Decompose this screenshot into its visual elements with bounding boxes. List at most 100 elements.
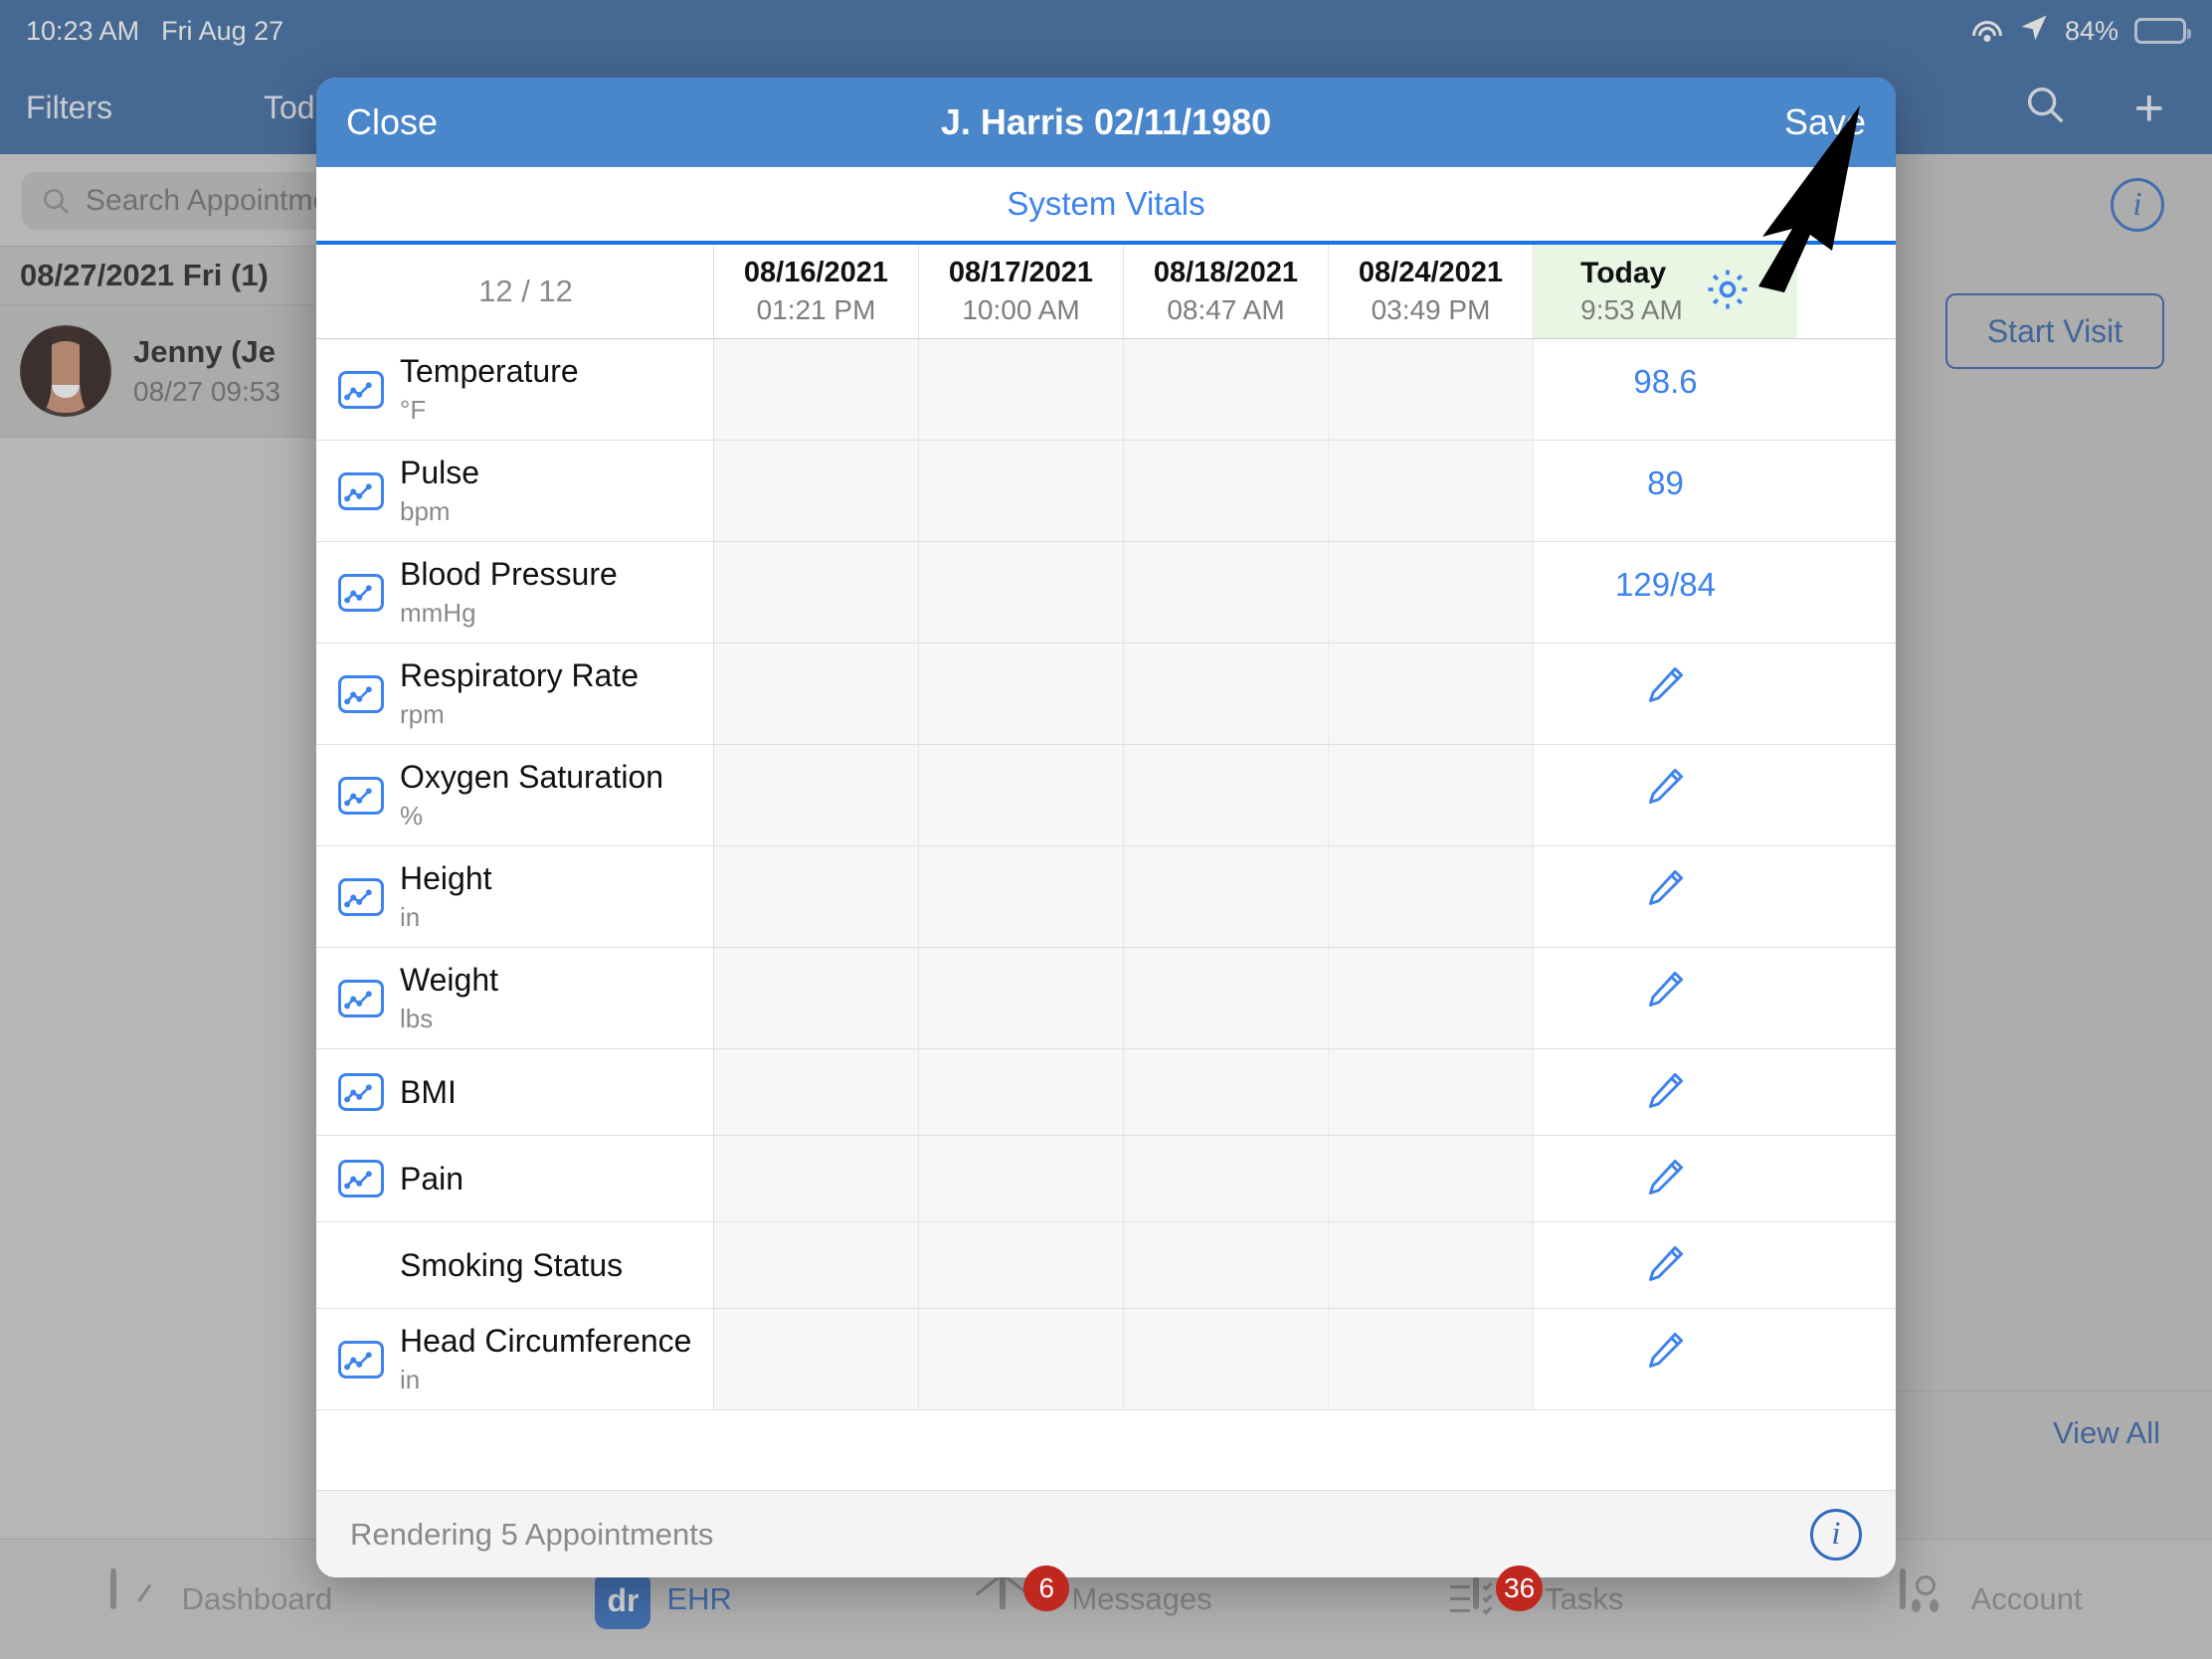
vital-cell-0-0[interactable] — [714, 339, 919, 440]
chart-icon[interactable] — [338, 1340, 384, 1379]
vital-cell-3-0[interactable] — [714, 644, 919, 744]
vital-cell-today-6[interactable] — [1534, 948, 1797, 1048]
vital-cell-2-0[interactable] — [714, 542, 919, 643]
vital-name: Temperature — [400, 353, 579, 389]
save-button[interactable]: Save — [1784, 101, 1866, 143]
vital-name-cell[interactable]: Height in — [316, 846, 714, 947]
edit-pencil-icon[interactable] — [1644, 1155, 1688, 1203]
vital-cell-today-4[interactable] — [1534, 745, 1797, 845]
vital-name-cell[interactable]: Blood Pressure mmHg — [316, 542, 714, 643]
vital-cell-8-3[interactable] — [1329, 1136, 1534, 1221]
vital-cell-today-0[interactable]: 98.6 — [1534, 339, 1797, 440]
vital-cell-9-3[interactable] — [1329, 1222, 1534, 1308]
vital-cell-today-7[interactable] — [1534, 1049, 1797, 1135]
vital-cell-6-1[interactable] — [919, 948, 1124, 1048]
chart-icon[interactable] — [338, 573, 384, 612]
table-row: Head Circumference in — [316, 1309, 1896, 1410]
vital-value: 89 — [1647, 464, 1684, 501]
vital-cell-2-1[interactable] — [919, 542, 1124, 643]
edit-pencil-icon[interactable] — [1644, 1068, 1688, 1117]
vital-cell-today-8[interactable] — [1534, 1136, 1797, 1221]
edit-pencil-icon[interactable] — [1644, 1328, 1688, 1377]
table-header-column-2[interactable]: 08/18/2021 08:47 AM — [1124, 245, 1329, 338]
vital-cell-4-3[interactable] — [1329, 745, 1534, 845]
edit-pencil-icon[interactable] — [1644, 967, 1688, 1015]
vital-cell-7-2[interactable] — [1124, 1049, 1329, 1135]
vital-cell-7-3[interactable] — [1329, 1049, 1534, 1135]
vital-name-cell[interactable]: Pulse bpm — [316, 441, 714, 541]
vital-name-cell[interactable]: Smoking Status — [316, 1222, 714, 1308]
vital-name-cell[interactable]: Pain — [316, 1136, 714, 1221]
vital-cell-2-3[interactable] — [1329, 542, 1534, 643]
vital-cell-1-0[interactable] — [714, 441, 919, 541]
chart-icon[interactable] — [338, 1160, 384, 1198]
vital-cell-3-3[interactable] — [1329, 644, 1534, 744]
vital-cell-5-3[interactable] — [1329, 846, 1534, 947]
vital-cell-9-0[interactable] — [714, 1222, 919, 1308]
vital-cell-7-1[interactable] — [919, 1049, 1124, 1135]
vital-cell-3-2[interactable] — [1124, 644, 1329, 744]
vital-cell-0-3[interactable] — [1329, 339, 1534, 440]
edit-pencil-icon[interactable] — [1644, 1241, 1688, 1290]
vital-cell-today-3[interactable] — [1534, 644, 1797, 744]
vital-cell-9-2[interactable] — [1124, 1222, 1329, 1308]
vital-cell-4-0[interactable] — [714, 745, 919, 845]
vital-cell-today-10[interactable] — [1534, 1309, 1797, 1409]
table-header-column-3[interactable]: 08/24/2021 03:49 PM — [1329, 245, 1534, 338]
table-header-column-1[interactable]: 08/17/2021 10:00 AM — [919, 245, 1124, 338]
table-header-column-0[interactable]: 08/16/2021 01:21 PM — [714, 245, 919, 338]
vital-cell-6-2[interactable] — [1124, 948, 1329, 1048]
vital-cell-0-2[interactable] — [1124, 339, 1329, 440]
vital-cell-9-1[interactable] — [919, 1222, 1124, 1308]
edit-pencil-icon[interactable] — [1644, 764, 1688, 813]
vital-cell-10-3[interactable] — [1329, 1309, 1534, 1409]
vital-cell-today-9[interactable] — [1534, 1222, 1797, 1308]
vital-cell-7-0[interactable] — [714, 1049, 919, 1135]
gear-icon[interactable] — [1705, 267, 1751, 317]
vital-cell-today-5[interactable] — [1534, 846, 1797, 947]
edit-pencil-icon[interactable] — [1644, 662, 1688, 711]
vital-cell-1-3[interactable] — [1329, 441, 1534, 541]
vital-unit: °F — [400, 395, 427, 425]
vital-cell-0-1[interactable] — [919, 339, 1124, 440]
close-button[interactable]: Close — [346, 101, 438, 143]
vital-cell-1-2[interactable] — [1124, 441, 1329, 541]
chart-icon[interactable] — [338, 674, 384, 713]
vital-cell-4-2[interactable] — [1124, 745, 1329, 845]
vital-name-cell[interactable]: BMI — [316, 1049, 714, 1135]
vital-cell-8-0[interactable] — [714, 1136, 919, 1221]
chart-icon[interactable] — [338, 877, 384, 916]
vital-cell-10-2[interactable] — [1124, 1309, 1329, 1409]
vital-cell-5-2[interactable] — [1124, 846, 1329, 947]
vital-cell-6-3[interactable] — [1329, 948, 1534, 1048]
info-icon[interactable]: i — [1810, 1508, 1862, 1561]
chart-icon[interactable] — [338, 1073, 384, 1111]
vital-cell-1-1[interactable] — [919, 441, 1124, 541]
chart-icon[interactable] — [338, 776, 384, 815]
vital-name-cell[interactable]: Oxygen Saturation% — [316, 745, 714, 845]
vital-cell-10-1[interactable] — [919, 1309, 1124, 1409]
chart-icon[interactable] — [338, 370, 384, 409]
vital-cell-today-1[interactable]: 89 — [1534, 441, 1797, 541]
vital-cell-4-1[interactable] — [919, 745, 1124, 845]
vital-cell-10-0[interactable] — [714, 1309, 919, 1409]
vital-cell-today-2[interactable]: 129/84 — [1534, 542, 1797, 643]
segment-system-vitals[interactable]: System Vitals — [316, 167, 1896, 245]
vital-name-cell[interactable]: Temperature °F — [316, 339, 714, 440]
table-header-column-today[interactable]: Today 9:53 AM — [1534, 245, 1797, 338]
vitals-table: 12 / 12 08/16/2021 01:21 PM 08/17/2021 10:00… — [316, 245, 1896, 1410]
vital-name-cell[interactable]: Weight lbs — [316, 948, 714, 1048]
vital-name-cell[interactable]: Respiratory Rate rpm — [316, 644, 714, 744]
vital-cell-5-0[interactable] — [714, 846, 919, 947]
chart-icon[interactable] — [338, 979, 384, 1017]
vital-cell-3-1[interactable] — [919, 644, 1124, 744]
vital-cell-2-2[interactable] — [1124, 542, 1329, 643]
vital-cell-6-0[interactable] — [714, 948, 919, 1048]
edit-pencil-icon[interactable] — [1644, 865, 1688, 914]
vital-cell-8-2[interactable] — [1124, 1136, 1329, 1221]
vital-cell-8-1[interactable] — [919, 1136, 1124, 1221]
vital-name-cell[interactable]: Head Circumference in — [316, 1309, 714, 1409]
vital-cell-5-1[interactable] — [919, 846, 1124, 947]
chart-icon[interactable] — [338, 471, 384, 510]
table-row: Pain — [316, 1136, 1896, 1222]
